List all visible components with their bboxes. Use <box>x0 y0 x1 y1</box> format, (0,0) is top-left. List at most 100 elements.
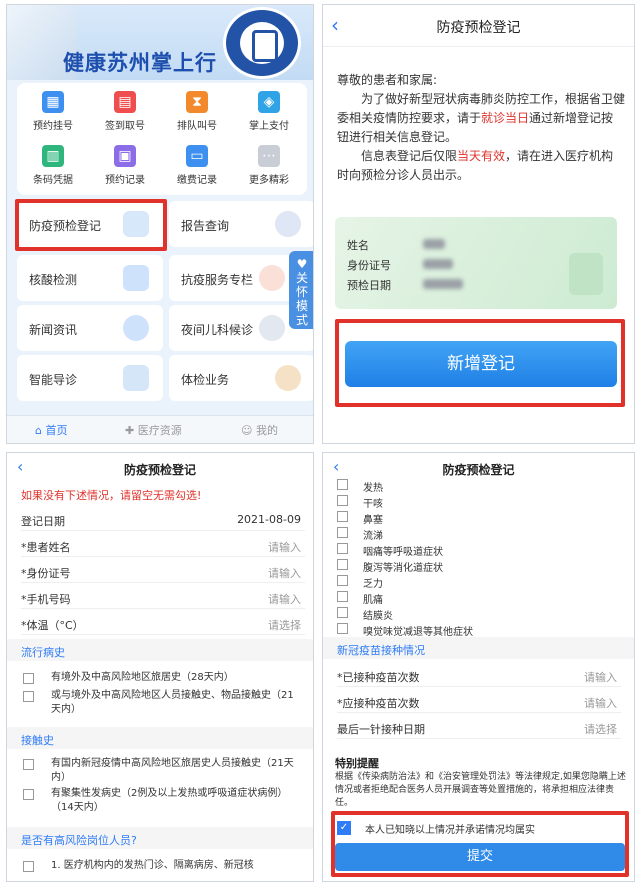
checkbox[interactable] <box>337 511 348 522</box>
checkbox[interactable] <box>23 691 34 702</box>
field-label: *患者姓名 <box>21 541 71 554</box>
menu-label: 预约挂号 <box>33 121 73 132</box>
field-placeholder: 请输入 <box>268 567 301 580</box>
tab-home[interactable]: ⌂ 首页 <box>35 422 67 438</box>
field-placeholder: 请输入 <box>268 541 301 554</box>
symptom-label: 肌痛 <box>363 595 383 606</box>
field-id-number[interactable]: *身份证号 请输入 <box>21 557 305 583</box>
field-label: *身份证号 <box>21 567 71 580</box>
blurred-value <box>423 279 463 289</box>
tile-label: 核酸检测 <box>29 273 78 287</box>
section-high-risk: 是否有高风险岗位人员? <box>7 827 313 849</box>
menu-label: 缴费记录 <box>177 175 217 186</box>
header: ‹ 防疫预检登记 <box>7 453 313 483</box>
screenshot-collage: 健康苏州掌上行 ▦ 预约挂号 ▤ 签到取号 ⧗ 排队叫号 ◈ 掌上支付 ▥ 条码… <box>0 0 639 887</box>
option-label: 有境外及中高风险地区旅居史（28天内） <box>51 672 234 683</box>
checkbox[interactable] <box>23 789 34 800</box>
checkbox[interactable] <box>337 623 348 634</box>
tab-medical-resources[interactable]: ✚ 医疗资源 <box>125 422 182 438</box>
tile-nucleic-test[interactable]: 核酸检测 <box>17 255 163 301</box>
menu-item-barcode[interactable]: ▥ 条码凭据 <box>17 139 89 195</box>
checkbox[interactable] <box>337 607 348 618</box>
menu-item-records[interactable]: ▣ 预约记录 <box>89 139 161 195</box>
checkbox[interactable] <box>337 479 348 490</box>
tab-label: 医疗资源 <box>137 424 182 437</box>
symptom-label: 发热 <box>363 483 383 494</box>
menu-item-payment[interactable]: ◈ 掌上支付 <box>233 85 305 141</box>
option-label: 或与境外及中高风险地区人员接触史、物品接触史（21天内） <box>51 690 294 715</box>
tab-mine[interactable]: ☺ 我的 <box>241 422 278 438</box>
symptom-label: 乏力 <box>363 579 383 590</box>
menu-label: 排队叫号 <box>177 121 217 132</box>
ticket-icon: ▤ <box>114 91 136 113</box>
checkbox[interactable] <box>23 861 34 872</box>
checkbox[interactable] <box>337 559 348 570</box>
care-mode-button[interactable]: ♥ 关怀模式 <box>289 251 313 329</box>
medkit-icon: ✚ <box>125 424 135 437</box>
tile-label: 报告查询 <box>181 219 230 233</box>
banner: 健康苏州掌上行 <box>7 5 313 80</box>
registration-landing: ‹ 防疫预检登记 尊敬的患者和家属: 为了做好新型冠状病毒肺炎防控工作，根据省卫… <box>322 4 635 444</box>
text: 信息表登记后仅限 <box>361 149 458 163</box>
symptom-label: 鼻塞 <box>363 515 383 526</box>
symptom-label: 嗅觉味觉减退等其他症状 <box>363 627 473 638</box>
home-screen: 健康苏州掌上行 ▦ 预约挂号 ▤ 签到取号 ⧗ 排队叫号 ◈ 掌上支付 ▥ 条码… <box>6 4 314 444</box>
menu-label: 条码凭据 <box>33 175 73 186</box>
symptom-label: 咽痛等呼吸道症状 <box>363 547 443 558</box>
page-title: 防疫预检登记 <box>123 463 196 477</box>
field-placeholder: 请选择 <box>268 619 301 632</box>
menu-item-more[interactable]: ⋯ 更多精彩 <box>233 139 305 195</box>
hourglass-icon: ⧗ <box>186 91 208 113</box>
page-title: 防疫预检登记 <box>436 20 521 36</box>
tile-label: 新闻资讯 <box>29 323 78 337</box>
tile-label: 抗疫服务专栏 <box>181 273 254 287</box>
symptom-label: 结膜炎 <box>363 611 393 622</box>
checkbox[interactable] <box>337 591 348 602</box>
menu-label: 更多精彩 <box>249 175 289 186</box>
field-required-doses[interactable]: *应接种疫苗次数 请输入 <box>337 687 621 713</box>
field-placeholder: 请输入 <box>584 697 617 710</box>
checkbox[interactable] <box>23 759 34 770</box>
tab-label: 首页 <box>45 424 68 437</box>
calendar-icon: ▦ <box>42 91 64 113</box>
menu-item-checkin[interactable]: ▤ 签到取号 <box>89 85 161 141</box>
field-label: *手机号码 <box>21 593 71 606</box>
tile-smart-guide[interactable]: 智能导诊 <box>17 355 163 401</box>
barcode-icon: ▥ <box>42 145 64 167</box>
document-icon <box>569 253 603 295</box>
option-label: 有国内新冠疫情中高风险地区旅居史人员接触史（21天内） <box>51 758 294 783</box>
banner-title: 健康苏州掌上行 <box>63 51 217 75</box>
field-placeholder: 请输入 <box>584 671 617 684</box>
add-registration-button[interactable]: 新增登记 <box>345 341 617 387</box>
checkbox[interactable] <box>337 543 348 554</box>
field-phone[interactable]: *手机号码 请输入 <box>21 583 305 609</box>
menu-item-queue[interactable]: ⧗ 排队叫号 <box>161 85 233 141</box>
field-label: *已接种疫苗次数 <box>337 671 420 684</box>
report-icon <box>275 211 301 237</box>
checkbox[interactable] <box>337 575 348 586</box>
checkbox[interactable] <box>337 495 348 506</box>
greeting: 尊敬的患者和家属: <box>337 73 438 87</box>
field-last-dose-date[interactable]: 最后一针接种日期 请选择 <box>337 713 621 739</box>
checkbox[interactable] <box>337 527 348 538</box>
symptom-label: 腹泻等消化道症状 <box>363 563 443 574</box>
field-patient-name[interactable]: *患者姓名 请输入 <box>21 531 305 557</box>
tile-checkup[interactable]: 体检业务 <box>169 355 313 401</box>
header: ‹ 防疫预检登记 <box>323 5 634 47</box>
field-register-date[interactable]: 登记日期 2021-08-09 <box>21 505 305 531</box>
menu-item-billing[interactable]: ▭ 缴费记录 <box>161 139 233 195</box>
tile-report-query[interactable]: 报告查询 <box>169 201 313 247</box>
checkbox[interactable] <box>23 673 34 684</box>
menu-label: 签到取号 <box>105 121 145 132</box>
special-reminder-title: 特别提醒 <box>335 757 379 770</box>
quick-menu: ▦ 预约挂号 ▤ 签到取号 ⧗ 排队叫号 ◈ 掌上支付 ▥ 条码凭据 ▣ 预约记… <box>17 83 307 195</box>
field-temperature[interactable]: *体温（°C） 请选择 <box>21 609 305 635</box>
guide-icon <box>123 365 149 391</box>
menu-item-appointment[interactable]: ▦ 预约挂号 <box>17 85 89 141</box>
field-placeholder: 请输入 <box>268 593 301 606</box>
warning-text: 如果没有下述情况，请留空无需勾选! <box>21 489 202 502</box>
card-label-id: 身份证号 <box>347 259 391 272</box>
tile-news[interactable]: 新闻资讯 <box>17 305 163 351</box>
field-label: *体温（°C） <box>21 619 84 632</box>
field-vaccinated-doses[interactable]: *已接种疫苗次数 请输入 <box>337 661 621 687</box>
